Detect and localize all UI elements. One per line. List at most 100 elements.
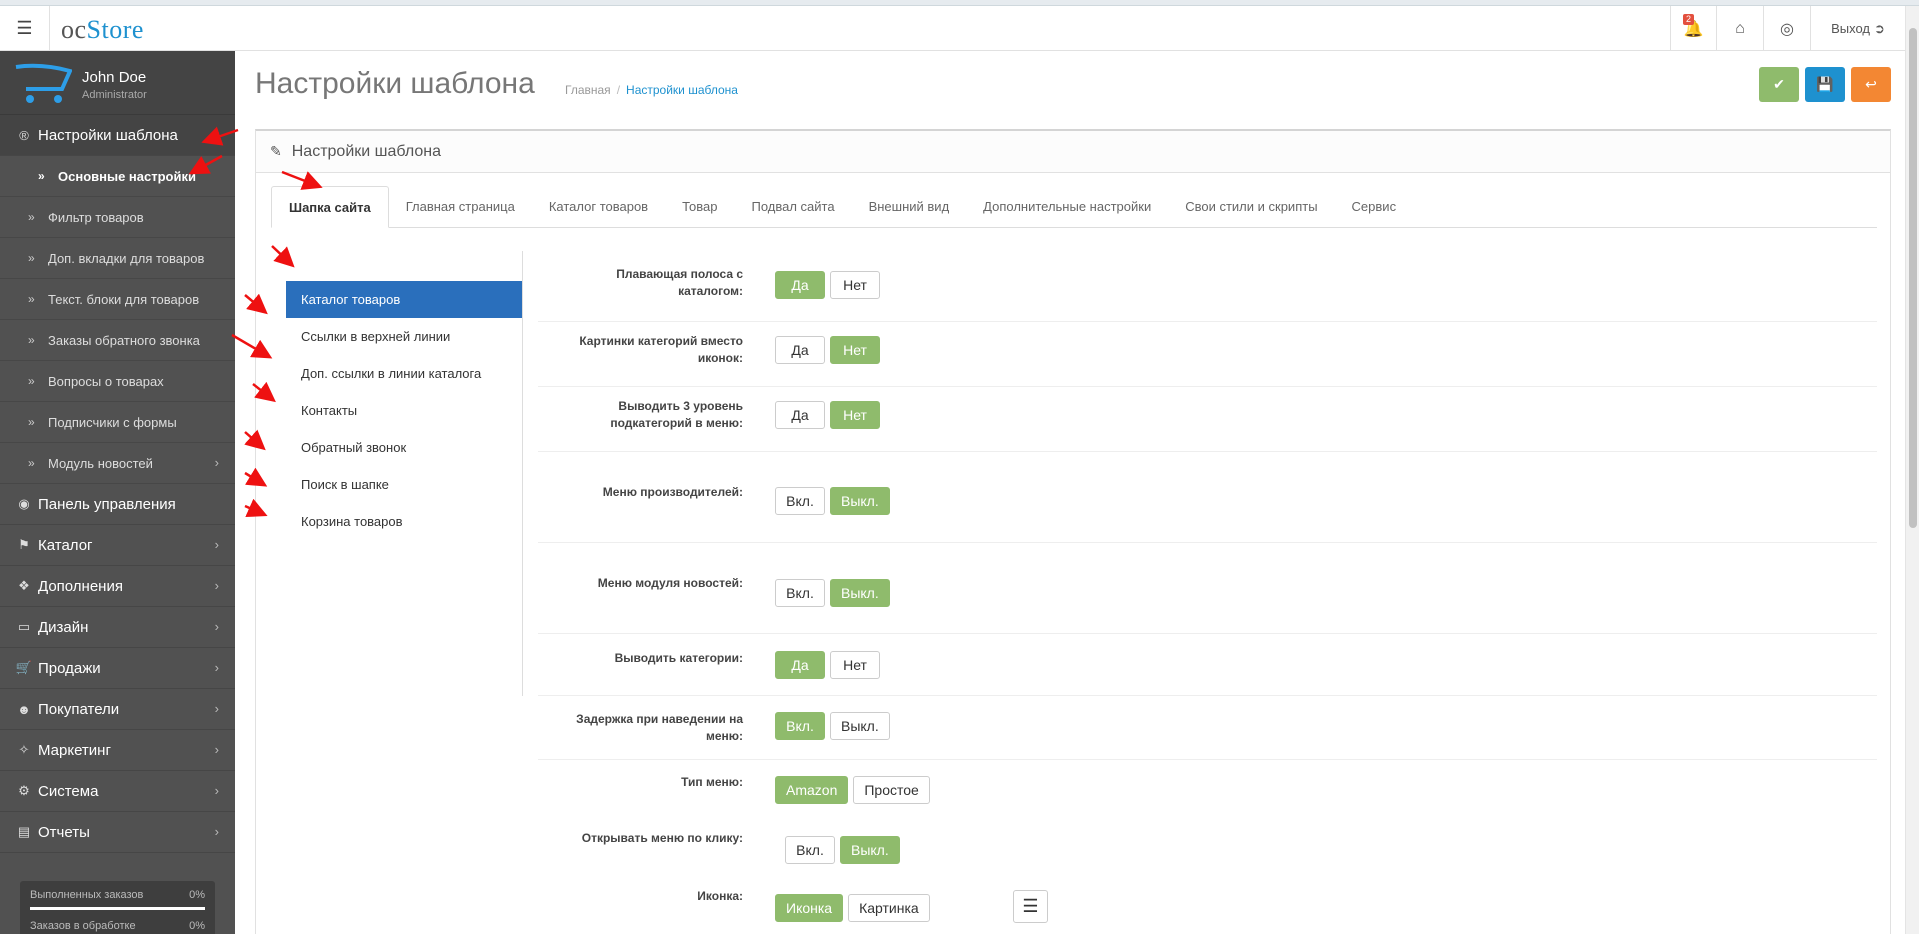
save-stay-button[interactable]: ✔ — [1759, 67, 1799, 102]
bar-chart-icon: ▤ — [17, 824, 31, 839]
logout-button[interactable]: Выход ➲ — [1810, 6, 1905, 51]
floppy-icon: 💾 — [1816, 76, 1834, 92]
toggle-option[interactable]: Вкл. — [775, 487, 825, 515]
toggle-group: Иконка Картинка — [775, 894, 930, 922]
sidebar-item-catalog[interactable]: ⚑ Каталог › — [0, 525, 235, 566]
vtab-catalog[interactable]: Каталог товаров — [286, 281, 522, 318]
vtab-contacts[interactable]: Контакты — [286, 392, 522, 429]
toggle-option[interactable]: Нет — [830, 651, 880, 679]
pencil-icon: ✎ — [270, 143, 282, 159]
sidebar-item-main-settings[interactable]: » Основные настройки — [0, 156, 235, 197]
page-scrollbar[interactable] — [1905, 6, 1919, 934]
toggle-option[interactable]: Да — [775, 651, 825, 679]
form-row: Открывать меню по клику: Вкл. Выкл. — [538, 820, 1877, 880]
sidebar-item-reports[interactable]: ▤ Отчеты › — [0, 812, 235, 853]
toggle-option[interactable]: Вкл. — [775, 712, 825, 740]
sidebar-item-text-blocks[interactable]: » Текст. блоки для товаров — [0, 279, 235, 320]
sidebar-item-form-subscribers[interactable]: » Подписчики с формы — [0, 402, 235, 443]
help-button[interactable]: ◎ — [1763, 6, 1810, 51]
sidebar-item-product-questions[interactable]: » Вопросы о товарах — [0, 361, 235, 402]
double-chevron-icon: » — [28, 292, 35, 306]
form-label: Тип меню: — [681, 775, 743, 789]
user-profile[interactable]: John Doe Administrator — [0, 51, 235, 115]
sidebar-item-label: Текст. блоки для товаров — [48, 291, 200, 307]
toggle-option[interactable]: Нет — [830, 401, 880, 429]
toggle-option[interactable]: Вкл. — [785, 836, 835, 864]
chevron-right-icon: › — [214, 824, 219, 839]
life-ring-icon: ◎ — [1780, 20, 1794, 38]
toggle-option[interactable]: Выкл. — [830, 579, 890, 607]
vtab-top-links[interactable]: Ссылки в верхней линии — [286, 318, 522, 355]
sidebar-item-product-tabs[interactable]: » Доп. вкладки для товаров — [0, 238, 235, 279]
form-label: Выводить 3 уровень подкатегорий в меню: — [610, 399, 743, 430]
sidebar-item-label: Дизайн — [38, 618, 89, 636]
toggle-option[interactable]: Выкл. — [840, 836, 900, 864]
toggle-group: Да Нет — [775, 336, 880, 364]
logo[interactable]: ocStore — [61, 15, 144, 45]
form-label: Меню производителей: — [602, 485, 743, 499]
toggle-option[interactable]: Amazon — [775, 776, 849, 804]
reply-icon: ↩ — [1865, 76, 1877, 92]
sidebar-item-label: Заказы обратного звонка — [48, 332, 200, 348]
tab-service[interactable]: Сервис — [1335, 186, 1414, 228]
toggle-option[interactable]: Да — [775, 271, 825, 299]
tab-home-page[interactable]: Главная страница — [389, 186, 532, 228]
back-button[interactable]: ↩ — [1851, 67, 1891, 102]
sidebar-item-news-module[interactable]: » Модуль новостей › — [0, 443, 235, 484]
tab-appearance[interactable]: Внешний вид — [852, 186, 967, 228]
tab-header[interactable]: Шапка сайта — [271, 186, 389, 228]
notifications-button[interactable]: 2 🔔 — [1670, 6, 1716, 51]
panel-heading: ✎ Настройки шаблона — [256, 131, 1890, 173]
registered-icon: ® — [19, 127, 29, 143]
sidebar-item-sales[interactable]: 🛒 Продажи › — [0, 648, 235, 689]
menu-toggle-icon[interactable]: ☰ — [0, 6, 50, 51]
sidebar-item-label: Дополнения — [38, 577, 123, 595]
toggle-option[interactable]: Нет — [830, 336, 880, 364]
tab-extra-settings[interactable]: Дополнительные настройки — [966, 186, 1168, 228]
logout-label: Выход — [1831, 21, 1870, 36]
tab-product[interactable]: Товар — [665, 186, 734, 228]
vtab-callback[interactable]: Обратный звонок — [286, 429, 522, 466]
breadcrumb-home[interactable]: Главная — [565, 83, 611, 97]
tab-custom-styles[interactable]: Свои стили и скрипты — [1168, 186, 1334, 228]
sidebar-item-label: Отчеты — [38, 823, 90, 841]
user-role: Administrator — [82, 89, 147, 101]
toggle-option[interactable]: Да — [775, 336, 825, 364]
sidebar-item-callback-orders[interactable]: » Заказы обратного звонка — [0, 320, 235, 361]
toggle-option[interactable]: Нет — [830, 271, 880, 299]
save-button[interactable]: 💾 — [1805, 67, 1845, 102]
home-button[interactable]: ⌂ — [1716, 6, 1763, 51]
toggle-group: Вкл. Выкл. — [785, 836, 900, 864]
toggle-option[interactable]: Выкл. — [830, 712, 890, 740]
sidebar-item-product-filter[interactable]: » Фильтр товаров — [0, 197, 235, 238]
toggle-option[interactable]: Простое — [853, 776, 930, 804]
vtab-catalog-links[interactable]: Доп. ссылки в линии каталога — [286, 355, 522, 392]
cart-icon: 🛒 — [15, 660, 33, 675]
scrollbar-thumb[interactable] — [1909, 28, 1917, 528]
puzzle-icon: ❖ — [18, 578, 30, 593]
toggle-option[interactable]: Иконка — [775, 894, 844, 922]
chevron-right-icon: › — [214, 578, 219, 593]
tab-catalog[interactable]: Каталог товаров — [532, 186, 665, 228]
sidebar-item-marketing[interactable]: ✧ Маркетинг › — [0, 730, 235, 771]
sidebar-item-label: Вопросы о товарах — [48, 373, 164, 389]
sidebar-item-system[interactable]: ⚙ Система › — [0, 771, 235, 812]
toggle-option[interactable]: Да — [775, 401, 825, 429]
form-label: Открывать меню по клику: — [581, 831, 743, 845]
home-icon: ⌂ — [1735, 19, 1745, 37]
tab-footer[interactable]: Подвал сайта — [734, 186, 851, 228]
vtab-search[interactable]: Поиск в шапке — [286, 466, 522, 503]
toggle-option[interactable]: Выкл. — [830, 487, 890, 515]
vtab-cart[interactable]: Корзина товаров — [286, 503, 522, 540]
dashboard-icon: ◉ — [18, 496, 30, 511]
sidebar-item-dashboard[interactable]: ◉ Панель управления — [0, 484, 235, 525]
sidebar-item-template-settings[interactable]: ® Настройки шаблона — [0, 115, 235, 156]
icon-picker-button[interactable]: ☰ — [1013, 890, 1048, 923]
form-label: Плавающая полоса с каталогом: — [616, 267, 743, 298]
toggle-option[interactable]: Картинка — [848, 894, 930, 922]
sidebar-item-customers[interactable]: ☻ Покупатели › — [0, 689, 235, 730]
breadcrumb-current[interactable]: Настройки шаблона — [626, 83, 738, 97]
sidebar-item-design[interactable]: ▭ Дизайн › — [0, 607, 235, 648]
toggle-option[interactable]: Вкл. — [775, 579, 825, 607]
sidebar-item-extensions[interactable]: ❖ Дополнения › — [0, 566, 235, 607]
